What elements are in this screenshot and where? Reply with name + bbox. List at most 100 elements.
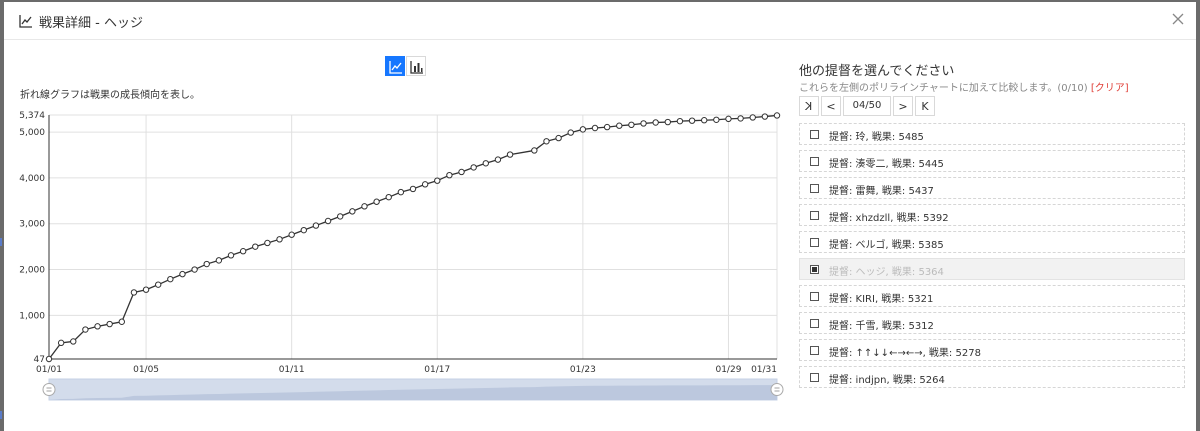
checkbox[interactable] xyxy=(810,319,819,328)
checkbox[interactable] xyxy=(810,184,819,193)
data-point xyxy=(616,122,623,129)
y-tick-label: 47 xyxy=(34,355,45,365)
page-input[interactable]: 04/50 xyxy=(843,96,891,116)
bar-chart-icon xyxy=(410,61,423,74)
data-point xyxy=(446,171,453,179)
list-item[interactable]: 提督: 湊零二, 戦果: 5445 xyxy=(799,150,1185,172)
item-label: 提督: KIRI, 戦果: 5321 xyxy=(829,294,934,305)
data-point xyxy=(142,286,150,293)
data-point xyxy=(349,208,356,215)
data-point xyxy=(288,231,295,238)
y-tick-label: 5,374 xyxy=(19,111,45,121)
data-point xyxy=(409,185,417,193)
data-point xyxy=(567,129,574,136)
right-panel-title: 他の提督を選んでください xyxy=(799,64,955,79)
data-point xyxy=(652,119,659,126)
x-tick-label: 01/05 xyxy=(133,365,159,375)
modal-header: 戦果詳細 - ヘッジ xyxy=(4,2,1196,40)
chart-caption: 折れ線グラフは戦果の成長傾向を表し。 xyxy=(20,90,200,101)
checkbox[interactable] xyxy=(810,211,819,220)
data-point xyxy=(421,181,429,188)
data-point xyxy=(118,318,126,325)
data-point xyxy=(300,226,307,234)
item-label: 提督: ヘッジ, 戦果: 5364 xyxy=(829,267,944,278)
item-label: 提督: ベルゴ, 戦果: 5385 xyxy=(829,240,944,251)
data-point xyxy=(167,275,174,283)
checkbox[interactable] xyxy=(810,130,819,139)
data-point xyxy=(155,281,162,288)
data-point xyxy=(276,236,283,243)
data-point xyxy=(470,164,477,171)
checkbox[interactable] xyxy=(810,346,819,355)
x-tick-label: 01/01 xyxy=(36,365,62,375)
list-item[interactable]: 提督: ベルゴ, 戦果: 5385 xyxy=(799,231,1185,253)
prev-page-button[interactable]: < xyxy=(821,96,841,116)
checkbox[interactable] xyxy=(810,373,819,382)
zoom-handle-right[interactable] xyxy=(770,383,784,396)
x-tick-label: 01/23 xyxy=(570,365,596,375)
checkbox[interactable] xyxy=(810,157,819,166)
line-chart: 47 1,000 2,000 3,000 4,000 5,000 5,374 01/01 01/… xyxy=(19,111,784,401)
compare-hint: これらを左側のポリラインチャートに加えて比較します。(0/10) xyxy=(799,83,1088,94)
data-point xyxy=(628,121,635,129)
checkbox-checked xyxy=(810,265,819,274)
data-point xyxy=(70,338,77,345)
data-point xyxy=(591,124,599,132)
right-panel-subtitle: これらを左側のポリラインチャートに加えて比較します。(0/10) [クリア] xyxy=(799,79,1129,94)
modal-title: 戦果詳細 - ヘッジ xyxy=(39,16,143,31)
line-chart-toggle-button[interactable] xyxy=(385,56,405,76)
data-point xyxy=(773,112,781,119)
list-item[interactable]: 提督: ↑↑↓↓←→←→, 戦果: 5278 xyxy=(799,339,1185,361)
last-page-button[interactable]: K xyxy=(915,96,935,116)
first-page-button[interactable]: K xyxy=(799,96,819,116)
clear-link[interactable]: [クリア] xyxy=(1091,83,1129,94)
data-point xyxy=(106,320,113,328)
item-label: 提督: 千雪, 戦果: 5312 xyxy=(829,321,934,332)
x-tick-label: 01/29 xyxy=(715,365,741,375)
x-tick-label: 01/11 xyxy=(279,365,305,375)
close-icon[interactable] xyxy=(1170,11,1186,27)
data-point xyxy=(676,117,684,125)
bar-chart-toggle-button[interactable] xyxy=(406,56,426,76)
item-label: 提督: 湊零二, 戦果: 5445 xyxy=(829,159,944,170)
data-point xyxy=(312,222,320,229)
data-point xyxy=(688,117,696,124)
checkbox[interactable] xyxy=(810,292,819,301)
y-tick-label: 4,000 xyxy=(19,174,45,184)
data-point xyxy=(506,151,514,158)
data-point xyxy=(458,168,465,176)
data-point xyxy=(385,193,392,201)
last-page-icon: K xyxy=(921,99,929,113)
data-point xyxy=(482,160,489,167)
next-page-button[interactable]: > xyxy=(893,96,913,116)
list-item[interactable]: 提督: indjpn, 戦果: 5264 xyxy=(799,366,1185,388)
y-tick-label: 1,000 xyxy=(19,311,45,321)
checkbox[interactable] xyxy=(810,238,819,247)
list-item[interactable]: 提督: 玲, 戦果: 5485 xyxy=(799,123,1185,145)
data-point xyxy=(82,326,89,333)
list-item[interactable]: 提督: 雷舞, 戦果: 5437 xyxy=(799,177,1185,199)
prev-page-icon: < xyxy=(826,99,836,113)
item-label: 提督: xhzdzll, 戦果: 5392 xyxy=(829,213,949,224)
series-line xyxy=(48,114,778,360)
zoom-handle-left[interactable] xyxy=(42,383,56,396)
list-item-current: 提督: ヘッジ, 戦果: 5364 xyxy=(799,258,1185,280)
data-point xyxy=(215,257,223,264)
list-item[interactable]: 提督: 千雪, 戦果: 5312 xyxy=(799,312,1185,334)
data-point xyxy=(761,113,769,120)
background-mark xyxy=(0,238,2,246)
data-point xyxy=(555,134,562,142)
data-point xyxy=(264,239,271,247)
x-tick-label: 01/17 xyxy=(424,365,450,375)
data-point xyxy=(531,147,538,154)
line-chart-icon xyxy=(19,15,32,28)
data-point xyxy=(57,339,65,347)
data-point xyxy=(579,126,587,133)
data-point xyxy=(203,260,210,268)
detail-modal: 戦果詳細 - ヘッジ 折れ線グラフは戦果の成長傾向を表し。 47 1,000 2,0… xyxy=(4,2,1196,431)
list-item[interactable]: 提督: KIRI, 戦果: 5321 xyxy=(799,285,1185,307)
list-item[interactable]: 提督: xhzdzll, 戦果: 5392 xyxy=(799,204,1185,226)
y-tick-label: 5,000 xyxy=(19,128,45,138)
item-label: 提督: 雷舞, 戦果: 5437 xyxy=(829,186,934,197)
item-label: 提督: indjpn, 戦果: 5264 xyxy=(829,375,945,386)
